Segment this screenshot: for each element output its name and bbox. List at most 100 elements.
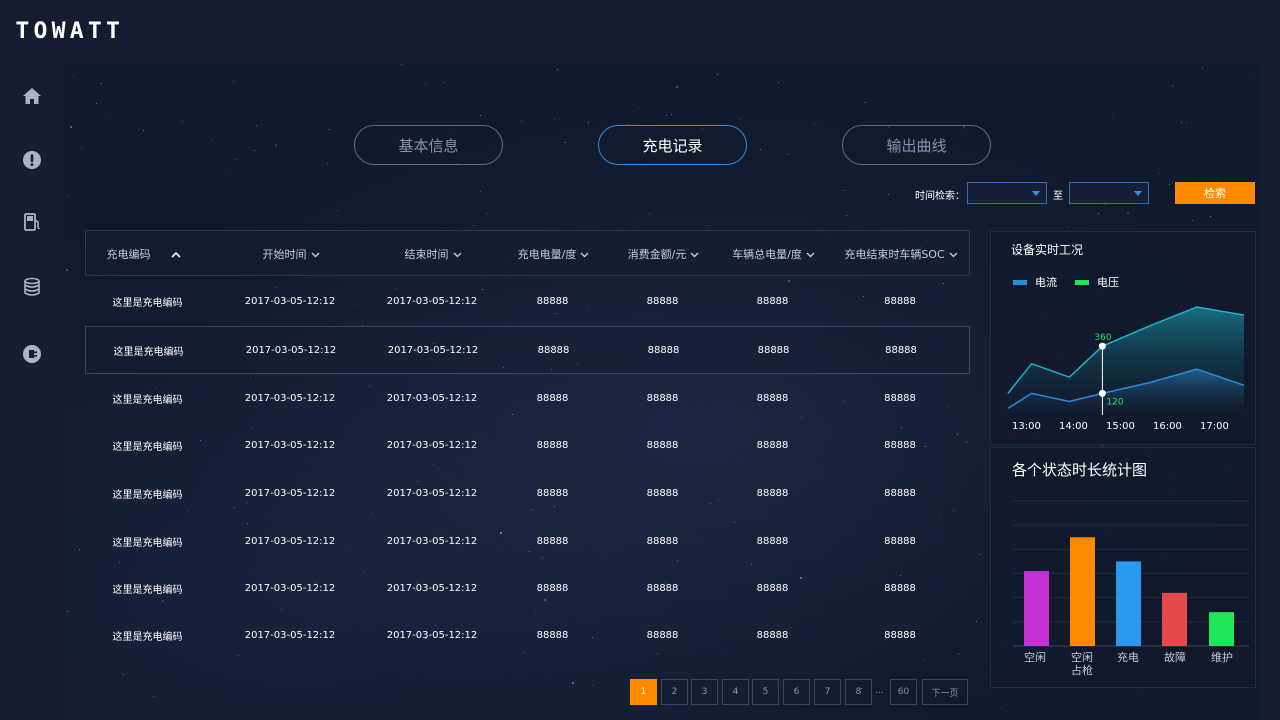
end-date-select[interactable] <box>1069 182 1149 204</box>
page-button[interactable]: 7 <box>814 679 841 705</box>
next-page-button[interactable]: 下一页 <box>922 679 968 705</box>
page-button[interactable]: 1 <box>630 679 657 705</box>
star-decoration <box>480 115 481 116</box>
star-decoration <box>676 86 678 88</box>
page-button[interactable]: 5 <box>752 679 779 705</box>
table-cell: 88888 <box>536 392 569 404</box>
page-button-last[interactable]: 60 <box>890 679 917 705</box>
x-tick-label: 14:00 <box>1059 421 1088 432</box>
star-decoration <box>521 120 522 121</box>
table-row[interactable]: 这里是充电编码 2017-03-05-12:12 2017-03-05-12:12 8… <box>85 611 970 659</box>
column-header-charge-code[interactable]: 充电编码 <box>86 231 201 277</box>
top-bar: TOWATT <box>0 0 1280 64</box>
star-decoration <box>275 144 277 146</box>
star-decoration <box>565 142 566 143</box>
star-decoration <box>1098 213 1099 214</box>
star-decoration <box>67 611 68 612</box>
table-cell: 88888 <box>756 439 789 451</box>
table-cell: 88888 <box>756 535 789 547</box>
star-decoration <box>327 163 328 164</box>
table-cell: 2017-03-05-12:12 <box>386 439 478 451</box>
table-cell: 88888 <box>756 487 789 499</box>
search-button[interactable]: 检索 <box>1175 182 1255 204</box>
star-decoration <box>182 121 183 122</box>
column-header-vehicle-capacity[interactable]: 车辆总电量/度 <box>716 231 831 277</box>
star-decoration <box>425 83 426 84</box>
table-cell: 88888 <box>756 392 789 404</box>
bar[interactable] <box>1116 561 1141 646</box>
fuel-station-icon[interactable] <box>20 210 44 234</box>
realtime-chart-title: 设备实时工况 <box>1011 243 1084 257</box>
alert-icon[interactable] <box>20 148 44 172</box>
star-decoration <box>557 69 558 70</box>
page-button[interactable]: 4 <box>722 679 749 705</box>
column-header-charge-amount[interactable]: 充电电量/度 <box>501 231 606 277</box>
star-decoration <box>846 215 847 216</box>
star-decoration <box>123 674 124 675</box>
table-row[interactable]: 这里是充电编码 2017-03-05-12:12 2017-03-05-12:12 8… <box>85 326 970 374</box>
bar-category-label-line: 维护 <box>1211 651 1233 664</box>
realtime-area-chart[interactable]: 360 120 <box>1005 280 1245 420</box>
bar[interactable] <box>1070 537 1095 646</box>
table-cell: 2017-03-05-12:12 <box>386 487 478 499</box>
chevron-down-icon <box>690 248 699 261</box>
table-cell: 2017-03-05-12:12 <box>244 392 336 404</box>
star-decoration <box>638 107 639 108</box>
bar[interactable] <box>1209 612 1234 646</box>
table-cell: 88888 <box>884 295 916 307</box>
plug-icon[interactable] <box>20 342 44 366</box>
star-decoration <box>1102 445 1103 446</box>
table-cell: 2017-03-05-12:12 <box>245 344 337 356</box>
column-header-cost[interactable]: 消费金额/元 <box>611 231 716 277</box>
star-decoration <box>1186 122 1187 123</box>
table-cell: 这里是充电编码 <box>112 537 183 549</box>
bar[interactable] <box>1024 571 1049 646</box>
star-decoration <box>666 115 667 116</box>
table-row[interactable]: 这里是充电编码 2017-03-05-12:12 2017-03-05-12:12 8… <box>85 564 970 612</box>
star-decoration <box>717 74 718 75</box>
page-button[interactable]: 8 <box>845 679 872 705</box>
bar-category-label-line: 充电 <box>1117 651 1139 664</box>
home-icon[interactable] <box>20 84 44 108</box>
page-button[interactable]: 2 <box>661 679 688 705</box>
status-bar-chart[interactable] <box>1005 495 1250 650</box>
app-logo[interactable]: TOWATT <box>15 19 124 44</box>
tab-basic-info[interactable]: 基本信息 <box>354 125 503 165</box>
table-cell: 88888 <box>756 295 789 307</box>
x-tick-label: 16:00 <box>1153 421 1182 432</box>
bar[interactable] <box>1162 592 1187 646</box>
page-button[interactable]: 6 <box>783 679 810 705</box>
column-label: 结束时间 <box>404 248 449 261</box>
column-label: 充电电量/度 <box>517 248 577 261</box>
star-decoration <box>923 659 924 660</box>
tab-output-curve[interactable]: 输出曲线 <box>842 125 991 165</box>
bar-category-label-line: 故障 <box>1164 651 1186 664</box>
column-header-end-soc[interactable]: 充电结束时车辆SOC <box>834 231 968 277</box>
star-decoration <box>487 213 488 214</box>
table-cell: 这里是充电编码 <box>112 584 183 596</box>
column-header-end-time[interactable]: 结束时间 <box>368 231 498 277</box>
page-button[interactable]: 3 <box>691 679 718 705</box>
chevron-down-icon <box>1134 191 1142 196</box>
star-decoration <box>1192 220 1193 221</box>
table-row[interactable]: 这里是充电编码 2017-03-05-12:12 2017-03-05-12:12 8… <box>85 421 970 469</box>
table-row[interactable]: 这里是充电编码 2017-03-05-12:12 2017-03-05-12:12 8… <box>85 374 970 422</box>
column-header-start-time[interactable]: 开始时间 <box>226 231 356 277</box>
table-cell: 2017-03-05-12:12 <box>386 535 478 547</box>
tab-charging-records[interactable]: 充电记录 <box>598 125 747 165</box>
table-row[interactable]: 这里是充电编码 2017-03-05-12:12 2017-03-05-12:12 8… <box>85 517 970 565</box>
star-decoration <box>444 82 445 83</box>
table-cell: 88888 <box>536 535 569 547</box>
star-decoration <box>671 114 672 115</box>
star-decoration <box>226 170 227 171</box>
star-decoration <box>865 102 866 103</box>
start-date-select[interactable] <box>967 182 1047 204</box>
table-header: 充电编码 开始时间 结束时间 充电电量/度 消费金额/元 车辆总电量/度 充电结… <box>85 230 970 276</box>
bar-category-label-line: 占枪 <box>1071 664 1093 677</box>
database-icon[interactable] <box>20 275 44 299</box>
star-decoration <box>329 129 330 130</box>
table-row[interactable]: 这里是充电编码 2017-03-05-12:12 2017-03-05-12:12 8… <box>85 277 970 325</box>
table-row[interactable]: 这里是充电编码 2017-03-05-12:12 2017-03-05-12:12 8… <box>85 469 970 517</box>
star-decoration <box>254 150 255 151</box>
star-decoration <box>554 119 555 120</box>
